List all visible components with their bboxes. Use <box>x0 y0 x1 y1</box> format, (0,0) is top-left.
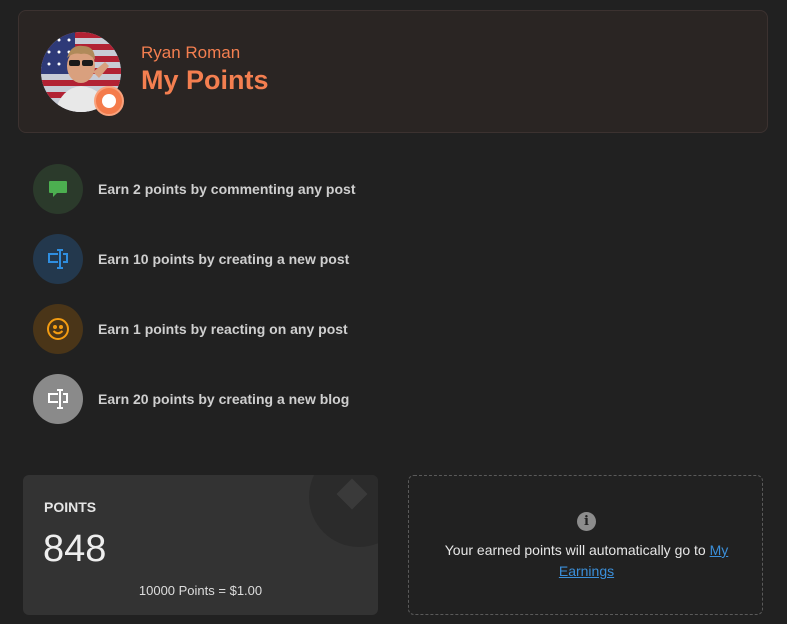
profile-header-card: Ryan Roman My Points <box>18 10 768 133</box>
user-name[interactable]: Ryan Roman <box>141 43 240 63</box>
points-heading: POINTS <box>44 499 97 515</box>
comment-icon <box>33 164 83 214</box>
diamond-icon <box>309 475 378 547</box>
online-status-icon <box>94 86 124 116</box>
earn-item-blog: Earn 20 points by creating a new blog <box>33 374 433 424</box>
points-rate: 10000 Points = $1.00 <box>138 583 263 598</box>
earn-item-comment: Earn 2 points by commenting any post <box>33 164 433 214</box>
info-message: Your earned points will automatically go… <box>444 542 710 558</box>
earn-item-label: Earn 1 points by reacting on any post <box>98 321 348 337</box>
smiley-icon <box>33 304 83 354</box>
info-icon: i <box>577 512 596 531</box>
points-value: 848 <box>43 528 107 570</box>
earn-item-post: Earn 10 points by creating a new post <box>33 234 433 284</box>
page-title: My Points <box>141 65 269 95</box>
earn-item-label: Earn 10 points by creating a new post <box>98 251 350 267</box>
earnings-info-card: i Your earned points will automatically … <box>408 475 763 615</box>
points-card: POINTS 848 10000 Points = $1.00 <box>23 475 378 615</box>
info-text: Your earned points will automatically go… <box>429 540 744 582</box>
text-cursor-icon <box>33 234 83 284</box>
earn-item-label: Earn 2 points by commenting any post <box>98 181 356 197</box>
text-cursor-icon <box>33 374 83 424</box>
earn-item-label: Earn 20 points by creating a new blog <box>98 391 350 407</box>
earn-item-react: Earn 1 points by reacting on any post <box>33 304 433 354</box>
